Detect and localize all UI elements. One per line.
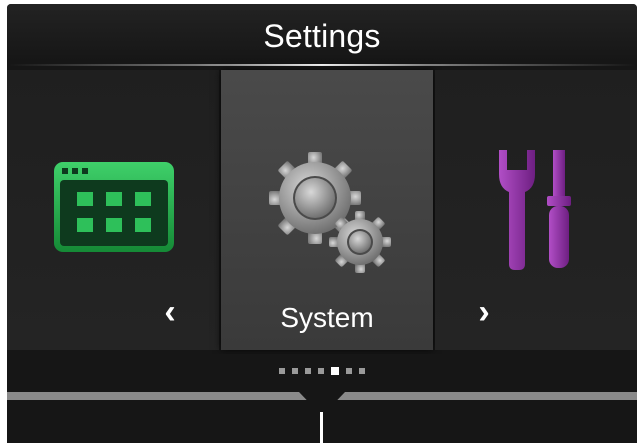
gears-icon [265,148,395,281]
page-indicator [7,354,637,388]
page-dot [279,368,285,374]
carousel-item-apps[interactable] [7,70,219,350]
page-dot [305,368,311,374]
selection-pointer-icon [299,392,345,443]
page-dot [318,368,324,374]
carousel-item-system[interactable]: System [221,70,433,350]
page-dot-active [331,367,339,375]
next-arrow-icon[interactable]: › [469,295,499,329]
carousel-item-tools[interactable] [435,70,637,350]
page-dot [346,368,352,374]
tools-icon [495,148,577,277]
carousel-item-label: System [280,302,374,333]
title-bar: Settings [7,4,637,66]
page-dot [359,368,365,374]
page-title: Settings [263,18,381,54]
device-screen: Settings System ‹ › [7,4,637,443]
title-underline [7,64,637,66]
previous-arrow-icon[interactable]: ‹ [155,295,185,329]
app-grid-icon [52,160,178,261]
page-dot [292,368,298,374]
